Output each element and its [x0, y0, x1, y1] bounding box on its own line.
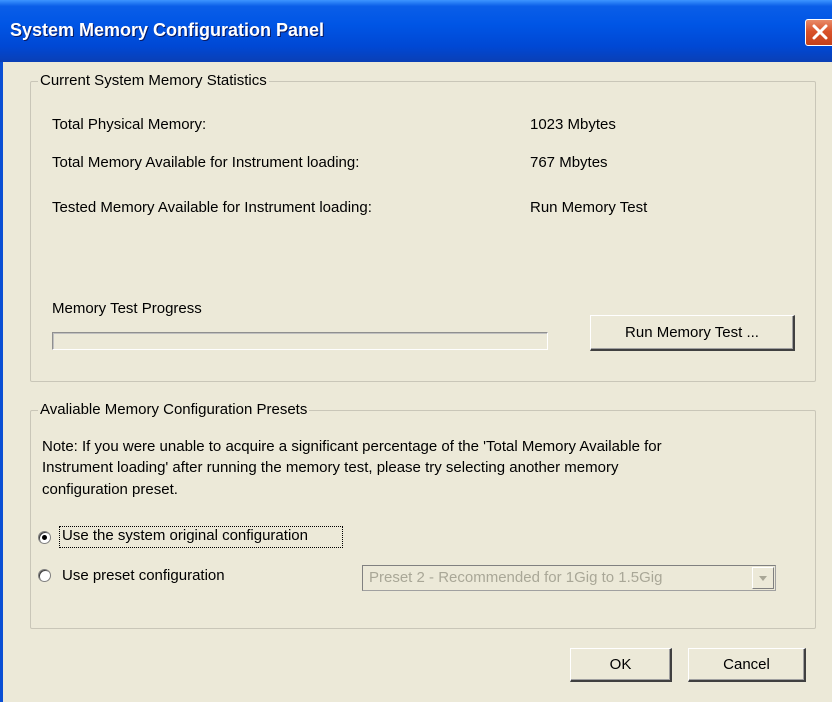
title-bar: System Memory Configuration Panel: [0, 0, 832, 62]
cancel-button[interactable]: Cancel: [688, 648, 806, 682]
total-physical-memory-label: Total Physical Memory:: [52, 116, 207, 133]
preset-select-value: Preset 2 - Recommended for 1Gig to 1.5Gi…: [369, 569, 663, 586]
chevron-down-icon: [759, 576, 767, 581]
memory-statistics-legend: Current System Memory Statistics: [38, 72, 269, 90]
note-line-1: Note: If you were unable to acquire a si…: [42, 438, 662, 455]
window-title: System Memory Configuration Panel: [10, 20, 325, 40]
preset-select-dropdown[interactable]: [752, 567, 774, 589]
note-line-2: Instrument loading' after running the me…: [42, 459, 619, 476]
tested-memory-label: Tested Memory Available for Instrument l…: [52, 199, 372, 216]
total-available-memory-value: 767 Mbytes: [530, 154, 608, 171]
close-x-icon: [812, 24, 828, 40]
original-config-label[interactable]: Use the system original configuration: [62, 527, 308, 544]
total-available-memory-label: Total Memory Available for Instrument lo…: [52, 154, 360, 171]
close-button[interactable]: [805, 19, 832, 46]
memory-test-progress-bar: [52, 332, 548, 350]
note-line-3: configuration preset.: [42, 481, 178, 498]
ok-button[interactable]: OK: [570, 648, 672, 682]
preset-config-radio[interactable]: [38, 569, 51, 582]
memory-test-progress-label: Memory Test Progress: [52, 300, 202, 317]
memory-presets-legend: Avaliable Memory Configuration Presets: [38, 401, 310, 419]
original-config-radio[interactable]: [38, 531, 51, 544]
tested-memory-value: Run Memory Test: [530, 199, 648, 216]
preset-config-label[interactable]: Use preset configuration: [62, 567, 225, 584]
total-physical-memory-value: 1023 Mbytes: [530, 116, 616, 133]
preset-select[interactable]: Preset 2 - Recommended for 1Gig to 1.5Gi…: [362, 565, 776, 591]
run-memory-test-button[interactable]: Run Memory Test ...: [590, 315, 795, 351]
